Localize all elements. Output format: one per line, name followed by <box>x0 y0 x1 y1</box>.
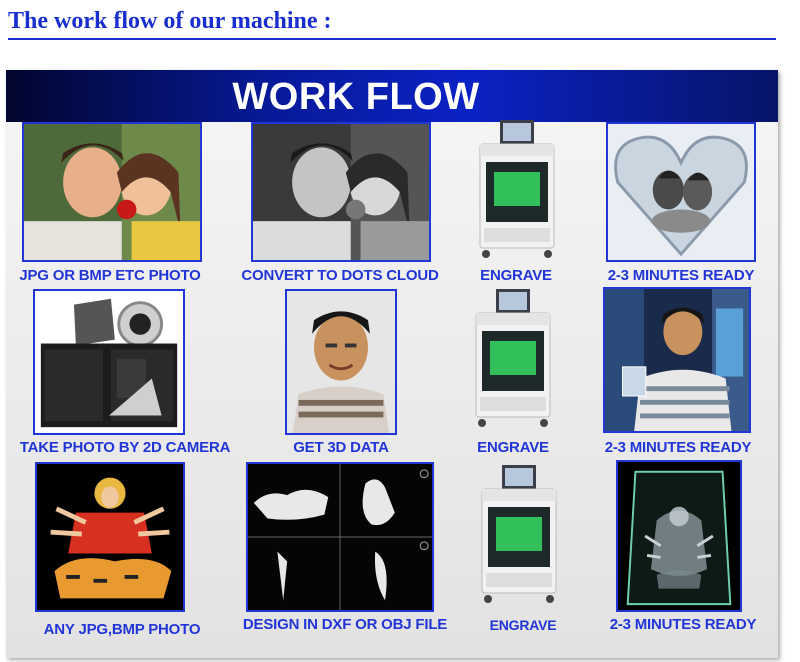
cad-design-icon <box>246 462 434 612</box>
step-caption: ENGRAVE <box>477 439 549 456</box>
engraving-machine-icon <box>476 462 562 608</box>
man-holding-crystal-icon <box>603 287 751 433</box>
step-caption: ANY JPG,BMP PHOTO <box>43 621 201 638</box>
grayscale-photo-icon <box>251 122 431 262</box>
page-heading-text: The work flow of our machine : <box>8 8 332 34</box>
step-caption: CONVERT TO DOTS CLOUD <box>241 267 439 284</box>
heart-crystal-icon <box>606 122 756 262</box>
step-caption: GET 3D DATA <box>293 439 389 456</box>
engraving-machine-icon <box>474 120 560 260</box>
step-caption: ENGRAVE <box>480 267 552 284</box>
banner-title: WORK FLOW <box>232 76 480 118</box>
step-caption: 2-3 MINUTES READY <box>607 267 755 284</box>
page-heading: The work flow of our machine : <box>8 6 776 40</box>
couple-photo-icon <box>22 122 202 262</box>
crystal-block-icon <box>616 460 742 612</box>
camera-icon <box>33 289 185 435</box>
step-caption: DESIGN IN DXF OR OBJ FILE <box>242 616 448 633</box>
step-caption: TAKE PHOTO BY 2D CAMERA <box>19 439 231 456</box>
goddess-picture-icon <box>35 462 185 612</box>
workflow-banner: WORK FLOW <box>6 70 778 122</box>
step-caption: JPG OR BMP ETC PHOTO <box>19 267 201 284</box>
step-caption: ENGRAVE <box>489 617 557 633</box>
step-caption: 2-3 MINUTES READY <box>609 616 757 633</box>
step-caption: 2-3 MINUTES READY <box>604 439 752 456</box>
portrait-icon <box>285 289 397 435</box>
engraving-machine-icon <box>470 286 556 432</box>
